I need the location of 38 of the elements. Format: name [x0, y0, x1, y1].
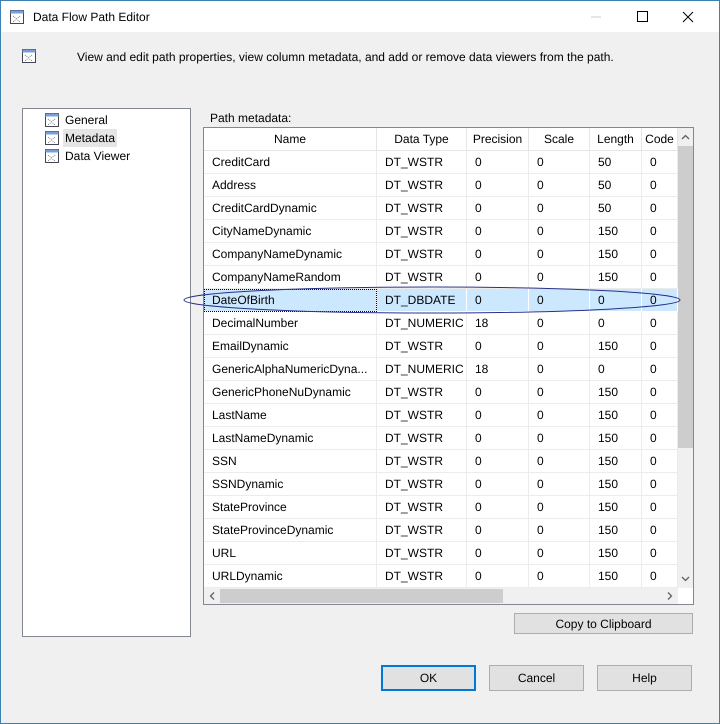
form-icon	[44, 148, 60, 164]
table-row[interactable]: CompanyNameRandom DT_WSTR 0 0 150 0	[204, 266, 678, 289]
table-row[interactable]: LastName DT_WSTR 0 0 150 0	[204, 404, 678, 427]
table-row[interactable]: SSNDynamic DT_WSTR 0 0 150 0	[204, 473, 678, 496]
tree-item[interactable]: General	[63, 111, 110, 129]
tree-item[interactable]: Data Viewer	[63, 147, 132, 165]
table-row[interactable]: DecimalNumber DT_NUMERIC 18 0 0 0	[204, 312, 678, 335]
table-row[interactable]: StateProvinceDynamic DT_WSTR 0 0 150 0	[204, 519, 678, 542]
description-text: View and edit path properties, view column metadata, and add or remove data viewers from the path.	[77, 49, 614, 66]
table-row[interactable]: DateOfBirth DT_DBDATE 0 0 0 0	[204, 289, 678, 312]
app-icon	[9, 8, 25, 24]
window-title: Data Flow Path Editor	[33, 8, 150, 26]
path-metadata-label: Path metadata:	[209, 110, 292, 127]
dialog-button[interactable]: Help	[597, 665, 692, 691]
vertical-scrollbar[interactable]	[678, 128, 693, 588]
table-row[interactable]: CityNameDynamic DT_WSTR 0 0 150 0	[204, 220, 678, 243]
form-icon	[44, 130, 60, 146]
scrollbar-thumb[interactable]	[678, 146, 693, 448]
table-row[interactable]: CreditCardDynamic DT_WSTR 0 0 50 0	[204, 197, 678, 220]
table-row[interactable]: URLDynamic DT_WSTR 0 0 150 0	[204, 565, 678, 588]
table-row[interactable]: GenericAlphaNumericDyna... DT_NUMERIC 18 0 0 0	[204, 358, 678, 381]
table-row[interactable]: StateProvince DT_WSTR 0 0 150 0	[204, 496, 678, 519]
table-row[interactable]: LastNameDynamic DT_WSTR 0 0 150 0	[204, 427, 678, 450]
scrollbar-thumb[interactable]	[220, 589, 503, 603]
dialog-button[interactable]: Cancel	[489, 665, 584, 691]
table-row[interactable]: GenericPhoneNuDynamic DT_WSTR 0 0 150 0	[204, 381, 678, 404]
form-icon	[44, 112, 60, 128]
form-icon	[21, 48, 37, 64]
table-row[interactable]: CompanyNameDynamic DT_WSTR 0 0 150 0	[204, 243, 678, 266]
horizontal-scrollbar[interactable]	[204, 588, 678, 604]
tree-item[interactable]: Metadata	[63, 129, 118, 147]
dialog-button[interactable]: OK	[381, 665, 476, 691]
table-row[interactable]: EmailDynamic DT_WSTR 0 0 150 0	[204, 335, 678, 358]
table-row[interactable]: CreditCard DT_WSTR 0 0 50 0	[204, 151, 678, 174]
table-row[interactable]: Address DT_WSTR 0 0 50 0	[204, 174, 678, 197]
table-row[interactable]: SSN DT_WSTR 0 0 150 0	[204, 450, 678, 473]
table-row[interactable]: URL DT_WSTR 0 0 150 0	[204, 542, 678, 565]
copy-to-clipboard-button[interactable]: Copy to Clipboard	[514, 613, 693, 634]
